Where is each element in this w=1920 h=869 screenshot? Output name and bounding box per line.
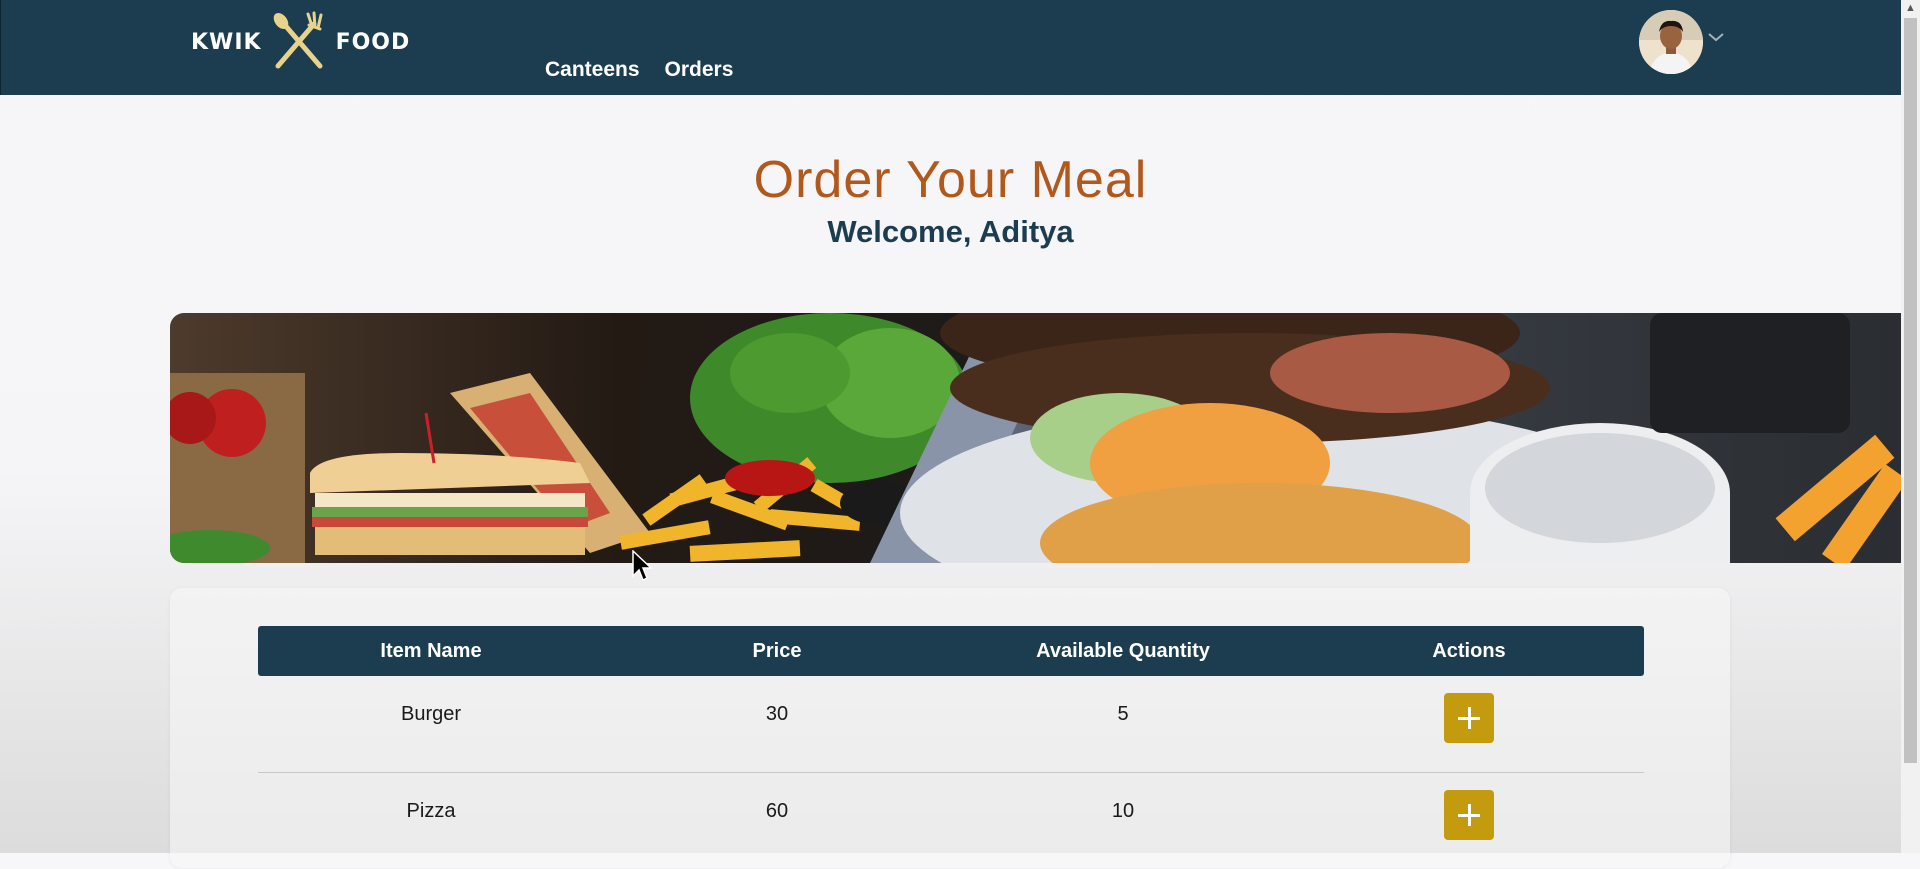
actions-cell <box>1296 676 1642 772</box>
menu-table-header: Item Name Price Available Quantity Actio… <box>258 626 1644 676</box>
item-name-cell: Pizza <box>406 800 456 822</box>
main-nav: Canteens Orders <box>545 58 733 82</box>
column-header-price: Price <box>752 639 802 662</box>
column-header-available-quantity: Available Quantity <box>1036 639 1210 662</box>
chevron-down-icon[interactable] <box>1706 30 1726 44</box>
quantity-cell: 5 <box>1117 703 1129 725</box>
fork-spoon-cross-icon <box>273 11 323 69</box>
mouse-pointer-icon <box>632 550 653 582</box>
price-cell: 30 <box>765 703 789 725</box>
page-scrollbar[interactable]: ▲ <box>1901 0 1920 853</box>
top-navbar: KWIK FOOD Canteens Orders <box>0 0 1902 95</box>
price-cell: 60 <box>765 800 789 822</box>
scroll-up-arrow-icon[interactable]: ▲ <box>1905 2 1916 14</box>
table-row: Pizza 60 10 <box>258 773 1644 869</box>
column-header-item-name: Item Name <box>380 639 482 662</box>
item-name-cell: Burger <box>400 703 462 725</box>
food-banner-image <box>170 313 1901 563</box>
user-avatar[interactable] <box>1639 10 1703 74</box>
welcome-message: Welcome, Aditya <box>827 214 1074 249</box>
column-header-actions: Actions <box>1432 639 1506 662</box>
brand-logo-right-text: FOOD <box>335 29 411 55</box>
quantity-cell: 10 <box>1111 800 1135 822</box>
nav-link-orders[interactable]: Orders <box>665 58 734 82</box>
brand-logo[interactable]: KWIK FOOD <box>191 10 411 74</box>
add-to-cart-button[interactable] <box>1444 693 1494 743</box>
page-title: Order Your Meal <box>753 151 1148 209</box>
scrollbar-thumb[interactable] <box>1904 18 1917 763</box>
table-row: Burger 30 5 <box>258 676 1644 773</box>
add-to-cart-button[interactable] <box>1444 790 1494 840</box>
nav-link-canteens[interactable]: Canteens <box>545 58 640 82</box>
avatar-photo <box>1639 10 1703 74</box>
actions-cell <box>1296 773 1642 869</box>
brand-logo-left-text: KWIK <box>191 29 262 55</box>
